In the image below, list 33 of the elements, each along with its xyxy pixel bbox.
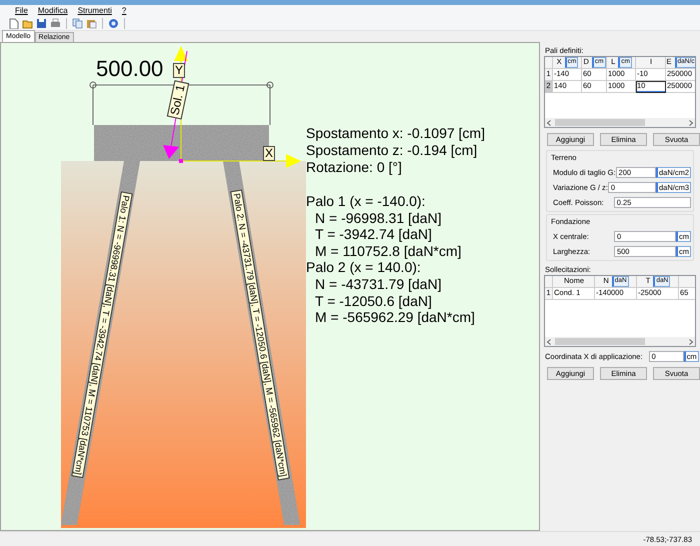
scroll-left-icon[interactable]: [547, 338, 551, 345]
load-label: Sol. 1: [166, 80, 190, 120]
menu-item[interactable]: File: [10, 6, 33, 16]
result-heading: Palo 1 (x = -140.0):: [306, 193, 426, 210]
result-text: N = -96998.31 [daN]: [314, 210, 442, 226]
result-text: Rotazione: 0 [°]: [306, 158, 403, 176]
menu-item[interactable]: ?: [116, 6, 132, 16]
result-text: Spostamento x: -0.1097 [cm]: [306, 125, 485, 142]
result-text: N = -43731.79 [daN]: [314, 276, 442, 293]
result-text: Spostamento z: -0.194 [cm]: [306, 142, 478, 158]
dimension-value: 500.00: [96, 57, 164, 82]
help-icon[interactable]: [108, 18, 119, 29]
new-document-icon[interactable]: [8, 18, 19, 29]
horizontal-scrollbar[interactable]: [545, 337, 695, 346]
result-text: T = -12050.6 [daN]: [314, 292, 433, 310]
scroll-right-icon[interactable]: [689, 120, 693, 126]
printer-icon[interactable]: [50, 18, 61, 29]
menu-item[interactable]: Strumenti: [72, 6, 117, 16]
scroll-left-icon[interactable]: [547, 120, 551, 126]
axis-label: Y: [173, 63, 186, 78]
save-icon[interactable]: [36, 18, 47, 29]
origin-marker: [179, 159, 183, 164]
result-text: T = -3942.74 [daN]: [314, 226, 433, 243]
paste-icon[interactable]: [86, 18, 97, 29]
axis-label: X: [263, 146, 276, 162]
result-text: M = 110752.8 [daN*cm]: [314, 242, 462, 260]
copy-icon[interactable]: [72, 18, 83, 29]
result-heading: Palo 2 (x = 140.0):: [306, 259, 422, 276]
scroll-right-icon[interactable]: [689, 338, 693, 345]
horizontal-scrollbar[interactable]: [545, 118, 695, 128]
folder-icon[interactable]: [22, 18, 33, 29]
result-text: M = -565962.29 [daN*cm]: [314, 309, 476, 326]
menu-item[interactable]: Modifica: [32, 6, 73, 16]
